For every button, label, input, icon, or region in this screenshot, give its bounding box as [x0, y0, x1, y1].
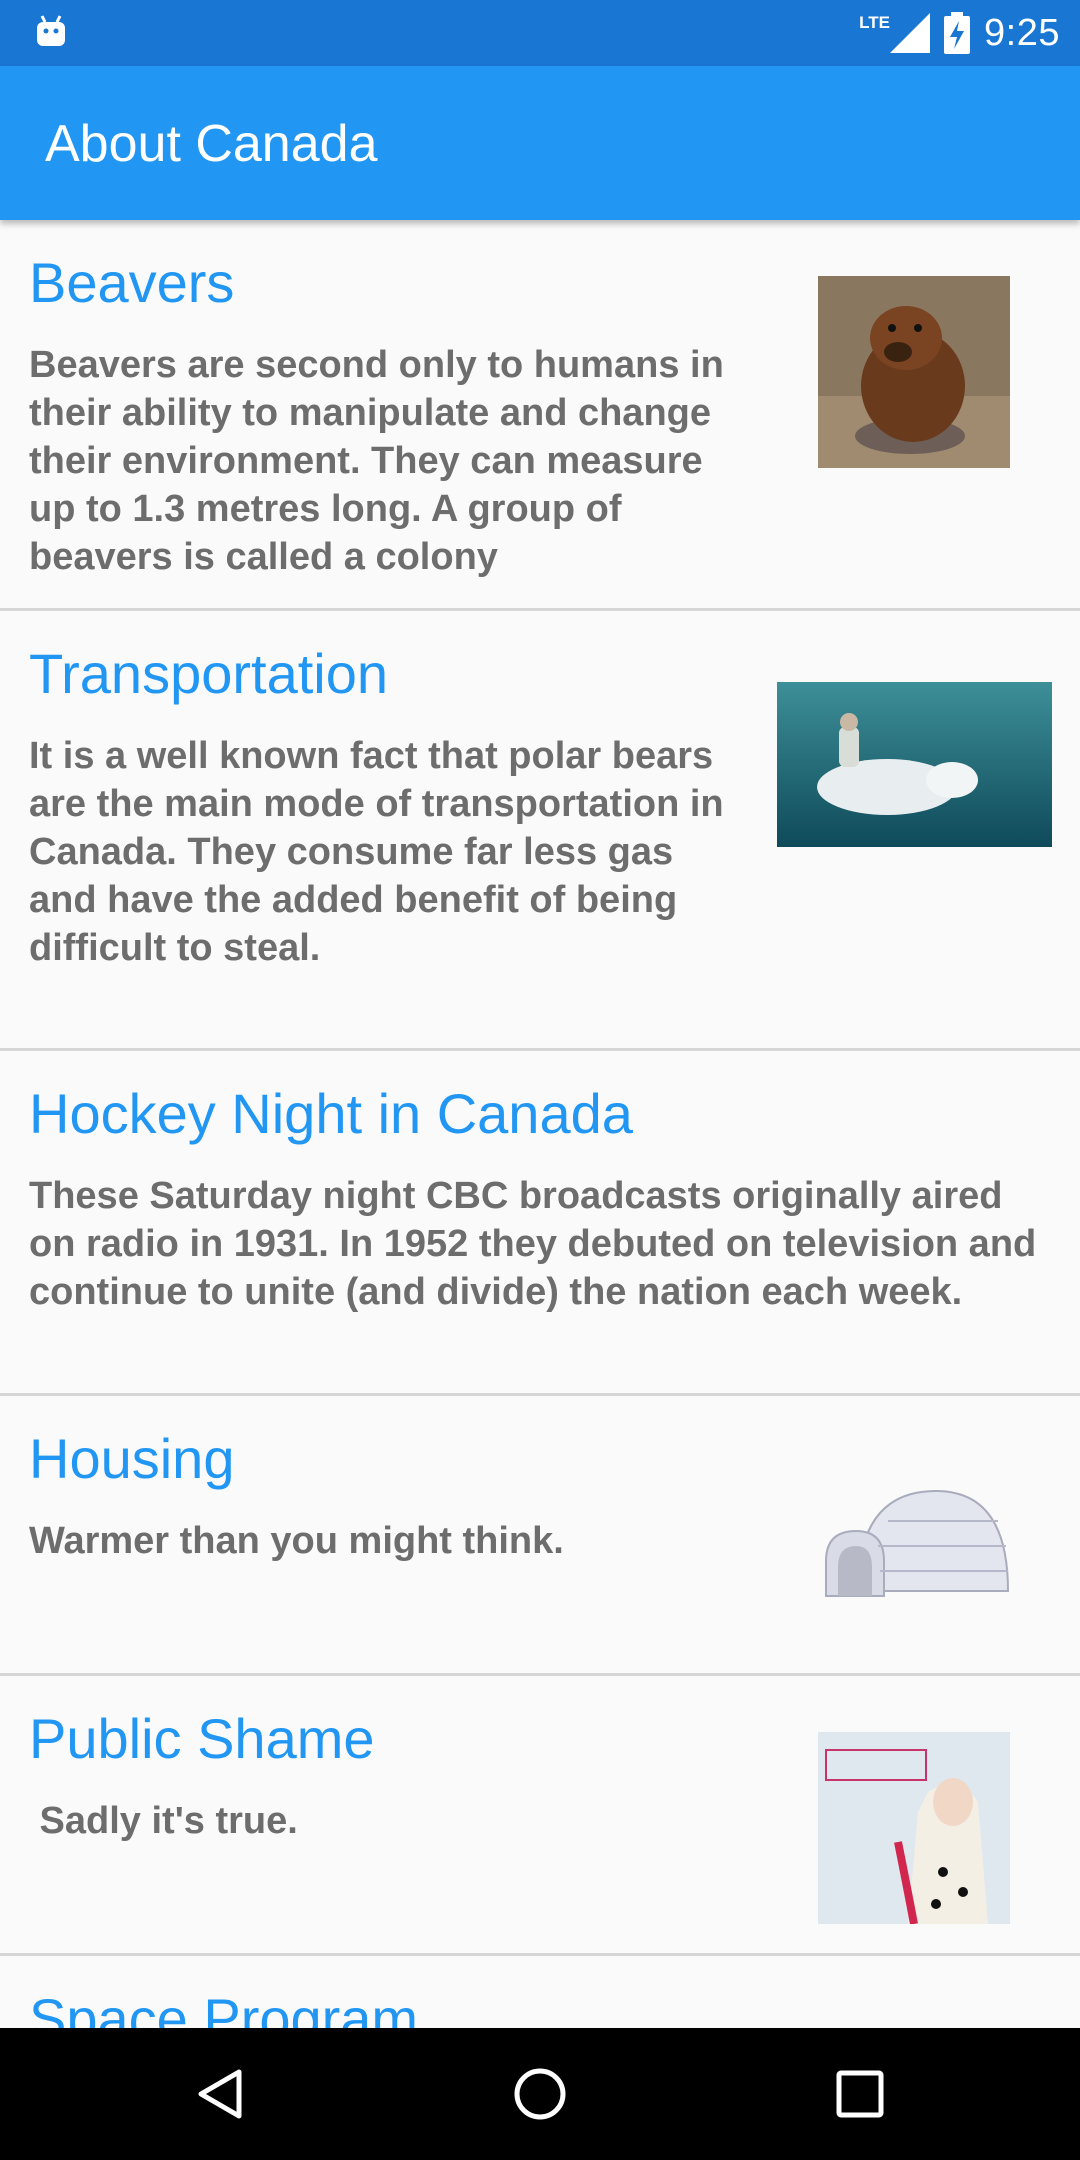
- status-bar: LTE 9:25: [0, 0, 1080, 66]
- album-cover-image: [818, 1732, 1010, 1924]
- beaver-image: [818, 276, 1010, 468]
- item-body: Beavers are second only to humans in the…: [29, 344, 724, 578]
- recents-icon[interactable]: [830, 2064, 890, 2124]
- android-debug-icon: [37, 15, 65, 46]
- home-icon[interactable]: [510, 2064, 570, 2124]
- item-title: Transportation: [29, 642, 388, 705]
- list-item[interactable]: Hockey Night in Canada These Saturday ni…: [0, 1051, 1080, 1396]
- list-item[interactable]: Housing Warmer than you might think.: [0, 1396, 1080, 1676]
- navigation-bar: [0, 2028, 1080, 2160]
- battery-charging-icon: [944, 12, 971, 54]
- item-title: Space Program: [29, 1987, 419, 2028]
- item-body: It is a well known fact that polar bears…: [29, 735, 724, 969]
- back-icon[interactable]: [191, 2064, 251, 2124]
- item-body: Warmer than you might think.: [29, 1520, 564, 1562]
- clock: 9:25: [984, 11, 1060, 54]
- network-type-label: LTE: [859, 13, 891, 32]
- item-title: Beavers: [29, 251, 235, 314]
- polar-bear-image: [777, 682, 1052, 847]
- signal-icon: [890, 13, 931, 53]
- facts-list[interactable]: Beavers Beavers are second only to human…: [0, 220, 1080, 2028]
- app-bar: About Canada: [0, 66, 1080, 220]
- list-item[interactable]: Transportation It is a well known fact t…: [0, 611, 1080, 1051]
- item-title: Public Shame: [29, 1707, 375, 1770]
- item-body: Sadly it's true.: [29, 1800, 298, 1842]
- list-item[interactable]: Beavers Beavers are second only to human…: [0, 220, 1080, 611]
- igloo-image: [818, 1471, 1010, 1611]
- item-body: These Saturday night CBC broadcasts orig…: [29, 1175, 1037, 1313]
- item-title: Hockey Night in Canada: [29, 1082, 633, 1145]
- list-item[interactable]: Space Program: [0, 1956, 1080, 2028]
- item-title: Housing: [29, 1427, 235, 1490]
- list-item[interactable]: Public Shame Sadly it's true.: [0, 1676, 1080, 1956]
- app-title: About Canada: [45, 115, 378, 173]
